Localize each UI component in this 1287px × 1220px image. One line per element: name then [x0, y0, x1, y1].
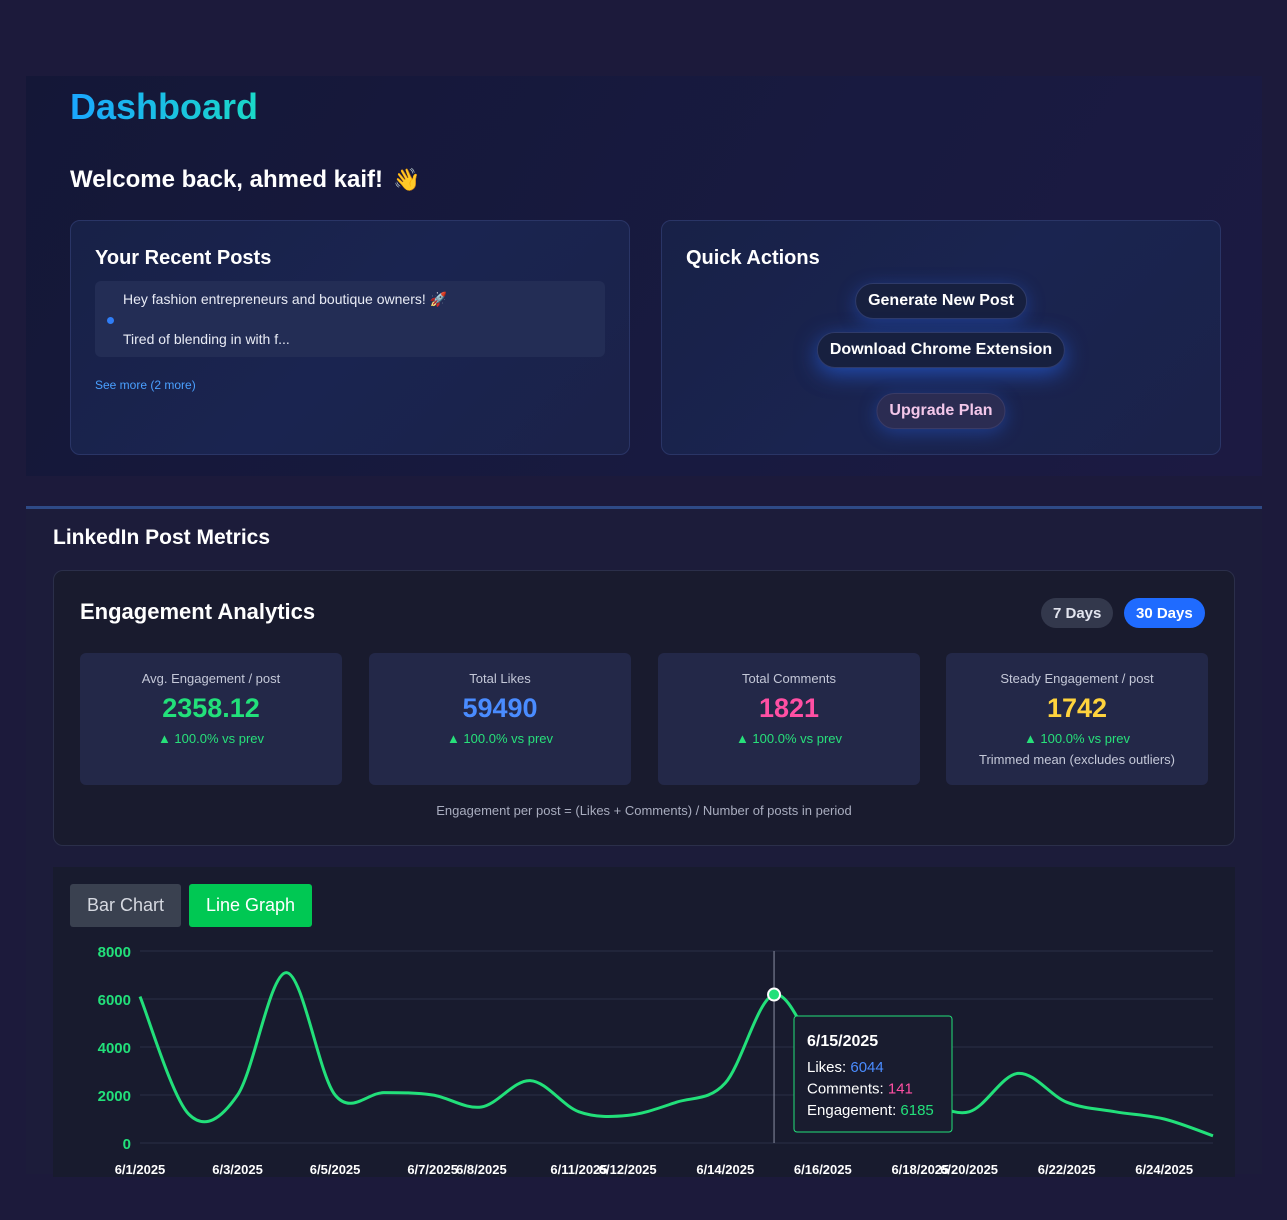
metrics-title: LinkedIn Post Metrics [53, 526, 271, 549]
y-tick-label: 0 [123, 1136, 131, 1153]
x-tick-label: 6/24/2025 [1135, 1162, 1193, 1177]
tooltip-likes: Likes: 6044 [807, 1059, 884, 1076]
x-tick-label: 6/14/2025 [696, 1162, 754, 1177]
dashboard-panel: Dashboard Welcome back, ahmed kaif! 👋 Yo… [26, 76, 1262, 476]
wave-icon: 👋 [393, 167, 421, 192]
x-tick-label: 6/8/2025 [456, 1162, 507, 1177]
linkedin-metrics-panel: LinkedIn Post Metrics Engagement Analyti… [26, 506, 1262, 1177]
stat-avg-engagement: Avg. Engagement / post 2358.12 ▲ 100.0% … [80, 653, 342, 785]
stat-total-likes: Total Likes 59490 ▲ 100.0% vs prev [369, 653, 631, 785]
recent-posts-card: Your Recent Posts Hey fashion entreprene… [70, 220, 630, 455]
range-7-days-button[interactable]: 7 Days [1041, 598, 1114, 628]
stat-label: Avg. Engagement / post [141, 671, 281, 686]
stat-change: ▲ 100.0% vs prev [446, 731, 554, 746]
engagement-line-chart[interactable]: 0 2000 4000 6000 8000 6/1/2025 6/3/2025 6/5/202… [53, 867, 1235, 1177]
x-tick-label: 6/20/2025 [940, 1162, 998, 1177]
tooltip-comments: Comments: 141 [807, 1081, 913, 1098]
stat-change: ▲ 100.0% vs prev [735, 731, 843, 746]
x-tick-label: 6/1/2025 [115, 1162, 166, 1177]
x-tick-label: 6/7/2025 [407, 1162, 458, 1177]
stat-label: Total Comments [742, 671, 836, 686]
engagement-series-line [138, 971, 1214, 1138]
x-tick-label: 6/3/2025 [212, 1162, 263, 1177]
quick-actions-title: Quick Actions [686, 247, 820, 269]
x-tick-label: 6/5/2025 [310, 1162, 361, 1177]
post-preview-line1: Hey fashion entrepreneurs and boutique o… [123, 291, 448, 307]
stat-steady-engagement: Steady Engagement / post 1742 ▲ 100.0% v… [946, 653, 1208, 785]
range-30-days-button[interactable]: 30 Days [1124, 598, 1205, 628]
stat-value: 2358.12 [162, 693, 260, 723]
stat-value: 59490 [462, 693, 538, 723]
stat-label: Steady Engagement / post [1000, 671, 1154, 686]
stat-change: ▲ 100.0% vs prev [1023, 731, 1131, 746]
stat-note: Trimmed mean (excludes outliers) [978, 752, 1176, 767]
active-data-point[interactable] [767, 987, 782, 1002]
generate-post-button[interactable]: Generate New Post [855, 283, 1027, 319]
recent-post-item[interactable]: Hey fashion entrepreneurs and boutique o… [95, 281, 605, 357]
recent-posts-title: Your Recent Posts [95, 247, 272, 269]
y-tick-label: 2000 [98, 1088, 131, 1105]
tooltip-date: 6/15/2025 [807, 1033, 878, 1050]
chart-card: Bar Chart Line Graph 0 2000 4000 6000 8000 6/… [53, 867, 1235, 1177]
y-tick-label: 8000 [98, 944, 131, 961]
stat-value: 1742 [1046, 693, 1108, 723]
x-tick-label: 6/12/2025 [599, 1162, 657, 1177]
y-tick-label: 6000 [98, 992, 131, 1009]
stat-total-comments: Total Comments 1821 ▲ 100.0% vs prev [658, 653, 920, 785]
welcome-message: Welcome back, ahmed kaif! 👋 [70, 166, 420, 194]
see-more-link[interactable]: See more (2 more) [95, 378, 196, 392]
engagement-analytics-card: Engagement Analytics 7 Days 30 Days Avg.… [53, 570, 1235, 846]
quick-actions-card: Quick Actions Generate New Post Download… [661, 220, 1221, 455]
stat-label: Total Likes [469, 671, 531, 686]
tooltip-engagement: Engagement: 6185 [807, 1102, 934, 1119]
stat-change: ▲ 100.0% vs prev [157, 731, 265, 746]
upgrade-plan-button[interactable]: Upgrade Plan [876, 393, 1006, 429]
download-extension-button[interactable]: Download Chrome Extension [816, 332, 1066, 368]
x-tick-label: 6/16/2025 [794, 1162, 852, 1177]
x-tick-label: 6/22/2025 [1038, 1162, 1096, 1177]
engagement-analytics-title: Engagement Analytics [80, 599, 316, 624]
y-tick-label: 4000 [98, 1040, 131, 1057]
bullet-dot-icon [107, 317, 114, 324]
page-title: Dashboard [70, 86, 259, 127]
engagement-formula: Engagement per post = (Likes + Comments)… [436, 803, 852, 818]
welcome-text: Welcome back, ahmed kaif! [70, 166, 384, 193]
post-preview-line2: Tired of blending in with f... [123, 331, 290, 347]
stat-value: 1821 [758, 693, 820, 723]
